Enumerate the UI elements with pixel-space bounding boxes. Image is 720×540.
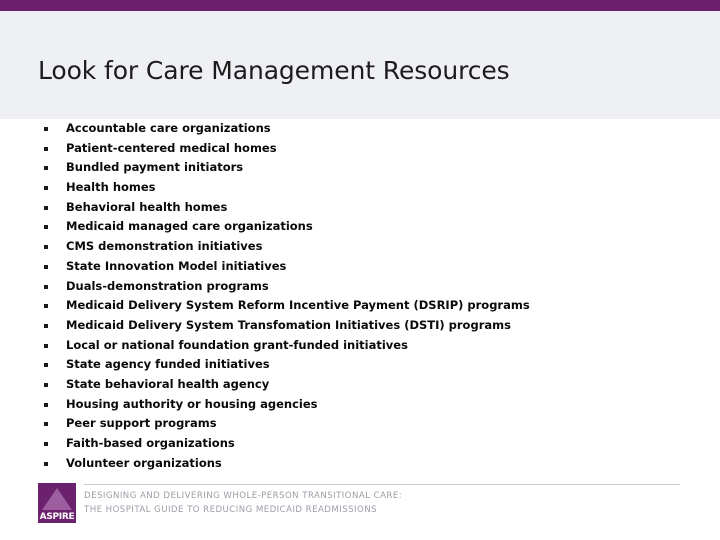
list-item-label: Volunteer organizations: [66, 455, 222, 470]
bullet-square-icon: [44, 166, 48, 171]
bullet-square-icon: [44, 323, 48, 328]
list-item-label: Patient-centered medical homes: [66, 140, 277, 155]
bullet-square-icon: [44, 304, 48, 309]
list-item-label: Accountable care organizations: [66, 121, 271, 135]
list-item-label: CMS demonstration initiatives: [66, 239, 263, 254]
list-item-label: Medicaid Delivery System Reform Incentiv…: [66, 298, 530, 313]
list-item: Behavioral health homes: [0, 198, 720, 218]
footer-tagline-line-1: DESIGNING AND DELIVERING WHOLE-PERSON TR…: [84, 491, 403, 501]
top-accent-bar: [0, 0, 720, 11]
list-item-label: Faith-based organizations: [66, 436, 235, 450]
bullet-square-icon: [44, 245, 48, 250]
list-item: Accountable care organizations: [0, 119, 720, 139]
list-item-label: Peer support programs: [66, 416, 217, 431]
resource-bullet-list: Accountable care organizations Patient-c…: [0, 119, 720, 473]
list-item-label: State agency funded initiatives: [66, 357, 270, 372]
footer-tagline: DESIGNING AND DELIVERING WHOLE-PERSON TR…: [84, 490, 402, 517]
bullet-square-icon: [44, 382, 48, 387]
footer-tagline-line-2: THE HOSPITAL GUIDE TO REDUCING MEDICAID …: [84, 504, 378, 515]
slide-content: Accountable care organizations Patient-c…: [0, 119, 720, 473]
slide-header-band: Look for Care Management Resources: [0, 11, 720, 119]
list-item: State behavioral health agency: [0, 375, 720, 395]
bullet-square-icon: [44, 402, 48, 407]
list-item-label: Health homes: [66, 180, 156, 195]
list-item-label: Housing authority or housing agencies: [66, 396, 318, 411]
bullet-square-icon: [44, 363, 48, 368]
bullet-square-icon: [44, 127, 48, 131]
list-item: Medicaid Delivery System Transfomation I…: [0, 316, 720, 336]
aspire-logo: ASPIRE: [38, 483, 76, 523]
list-item-label: State Innovation Model initiatives: [66, 258, 287, 273]
list-item-label: Medicaid managed care organizations: [66, 219, 313, 234]
bullet-square-icon: [44, 442, 48, 446]
list-item: Bundled payment initiators: [0, 158, 720, 178]
bullet-square-icon: [44, 205, 48, 210]
slide-canvas: Look for Care Management Resources Accou…: [0, 0, 720, 540]
list-item: Duals-demonstration programs: [0, 277, 720, 297]
list-item: Faith-based organizations: [0, 434, 720, 454]
list-item: Local or national foundation grant-funde…: [0, 336, 720, 356]
list-item: Volunteer organizations: [0, 454, 720, 474]
bullet-square-icon: [44, 284, 48, 289]
footer-divider: [84, 484, 680, 485]
bullet-square-icon: [44, 343, 48, 348]
list-item-label: Duals-demonstration programs: [66, 278, 269, 293]
list-item: Housing authority or housing agencies: [0, 395, 720, 415]
bullet-square-icon: [44, 186, 48, 191]
bullet-square-icon: [44, 146, 48, 151]
list-item: Medicaid Delivery System Reform Incentiv…: [0, 296, 720, 316]
bullet-square-icon: [44, 264, 48, 269]
list-item-label: State behavioral health agency: [66, 376, 270, 391]
list-item: Peer support programs: [0, 414, 720, 434]
list-item: Medicaid managed care organizations: [0, 217, 720, 237]
list-item: Health homes: [0, 178, 720, 198]
list-item-label: Local or national foundation grant-funde…: [66, 337, 408, 352]
mountain-triangle-icon: [42, 488, 72, 510]
bullet-square-icon: [44, 461, 48, 466]
page-title: Look for Care Management Resources: [38, 56, 510, 85]
list-item: CMS demonstration initiatives: [0, 237, 720, 257]
list-item-label: Medicaid Delivery System Transfomation I…: [66, 317, 511, 332]
list-item: State agency funded initiatives: [0, 355, 720, 375]
list-item: Patient-centered medical homes: [0, 139, 720, 159]
list-item: State Innovation Model initiatives: [0, 257, 720, 277]
bullet-square-icon: [44, 422, 48, 427]
list-item-label: Behavioral health homes: [66, 199, 228, 214]
aspire-logo-wordmark: ASPIRE: [39, 512, 75, 522]
list-item-label: Bundled payment initiators: [66, 160, 244, 175]
bullet-square-icon: [44, 225, 48, 230]
